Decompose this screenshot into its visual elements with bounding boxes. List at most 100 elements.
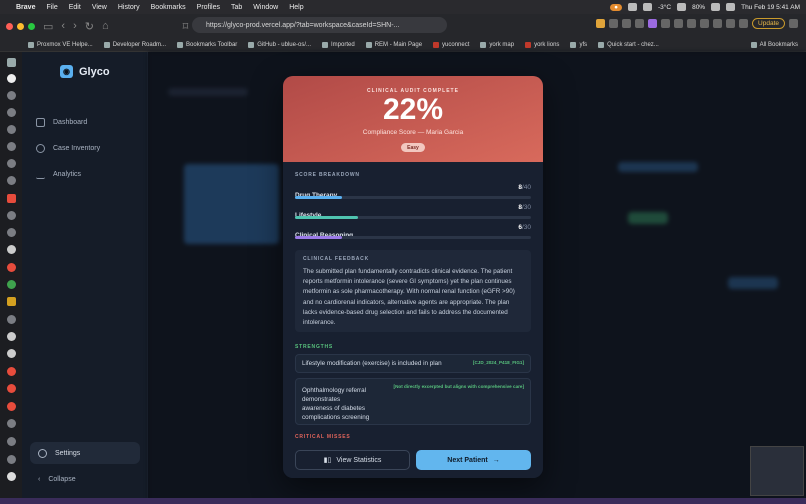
tab-favicon-icon[interactable] <box>7 419 16 428</box>
bookmark-item[interactable]: yuconnect <box>433 41 469 48</box>
wifi-icon[interactable] <box>677 3 687 11</box>
home-icon[interactable]: ⌂ <box>102 20 109 32</box>
weather-text[interactable]: -3°C <box>658 4 671 11</box>
bookmark-item[interactable]: Quick start - chez... <box>598 41 659 48</box>
favicon-icon <box>103 41 110 48</box>
nav-analytics[interactable]: Analytics <box>36 170 81 179</box>
tab-favicon-icon[interactable] <box>7 455 16 464</box>
modal-footer: ▮▯ View Statistics Next Patient → <box>283 442 543 478</box>
menu-window[interactable]: Window <box>253 4 278 11</box>
control-center-icon[interactable] <box>726 3 736 11</box>
sidebar-toggle-icon[interactable]: ▭ <box>43 20 53 33</box>
menu-profiles[interactable]: Profiles <box>197 4 220 11</box>
tab-favicon-icon[interactable] <box>7 472 16 481</box>
tab-favicon-icon[interactable] <box>7 91 16 100</box>
extension-icon[interactable] <box>713 19 723 28</box>
menu-icon[interactable] <box>789 19 798 28</box>
extension-icon[interactable] <box>726 19 736 28</box>
bookmark-item[interactable]: york lions <box>525 41 559 48</box>
extension-icon[interactable] <box>635 19 645 28</box>
status-icon[interactable] <box>628 3 637 11</box>
menu-bookmarks[interactable]: Bookmarks <box>151 4 186 11</box>
all-bookmarks[interactable]: All Bookmarks <box>750 41 798 48</box>
back-icon[interactable]: ‹ <box>61 20 65 32</box>
tab-favicon-icon[interactable] <box>7 74 16 83</box>
tab-favicon-icon[interactable] <box>7 159 16 168</box>
tab-favicon-icon[interactable] <box>7 367 16 376</box>
view-statistics-button[interactable]: ▮▯ View Statistics <box>295 450 410 470</box>
window-minimize-icon[interactable] <box>17 22 24 30</box>
tab-favicon-icon[interactable] <box>7 228 16 237</box>
breakdown-max: 30 <box>523 204 531 211</box>
tab-favicon-icon[interactable] <box>7 315 16 324</box>
extension-icon[interactable] <box>648 19 658 28</box>
clock-text[interactable]: Thu Feb 19 5:41 AM <box>741 4 800 11</box>
tab-favicon-icon[interactable] <box>7 125 16 134</box>
extension-icon[interactable] <box>661 19 671 28</box>
tab-favicon-icon[interactable] <box>7 263 16 272</box>
bookmark-item[interactable]: yfs <box>570 41 587 48</box>
nav-case-inventory[interactable]: Case Inventory <box>36 144 100 153</box>
breakdown-max: 30 <box>523 224 531 231</box>
menu-help[interactable]: Help <box>289 4 303 11</box>
tab-favicon-icon[interactable] <box>7 211 16 220</box>
address-bar[interactable]: https://glyco-prod.vercel.app/?tab=works… <box>192 17 447 33</box>
bookmark-item[interactable]: Developer Roadm... <box>103 41 166 48</box>
collapse-button[interactable]: ‹ Collapse <box>38 476 76 483</box>
menu-tab[interactable]: Tab <box>231 4 242 11</box>
nav-settings[interactable]: Settings <box>30 442 140 464</box>
tab-favicon-icon[interactable] <box>7 437 16 446</box>
screenshot-thumbnail[interactable] <box>750 446 804 496</box>
menu-history[interactable]: History <box>118 4 140 11</box>
bookmark-item[interactable]: Proxmox VE Helpe... <box>28 41 93 48</box>
nav-dashboard[interactable]: Dashboard <box>36 118 87 127</box>
extension-icon[interactable] <box>609 19 619 28</box>
menu-edit[interactable]: Edit <box>69 4 81 11</box>
extension-icon[interactable] <box>674 19 684 28</box>
tab-favicon-icon[interactable] <box>7 332 16 341</box>
window-zoom-icon[interactable] <box>28 22 35 30</box>
update-button[interactable]: Update <box>752 18 785 29</box>
extension-icon[interactable] <box>687 19 697 28</box>
tab-favicon-icon[interactable] <box>7 349 16 358</box>
tab-favicon-icon[interactable] <box>7 58 16 67</box>
battery-text[interactable]: 80% <box>692 4 705 11</box>
tab-favicon-icon[interactable] <box>7 402 16 411</box>
brand-logo[interactable]: ◉ Glyco <box>60 65 110 78</box>
tab-favicon-icon[interactable] <box>7 297 16 306</box>
tab-favicon-icon[interactable] <box>7 384 16 393</box>
strength-item: Lifestyle modification (exercise) is inc… <box>295 354 531 373</box>
bookmark-icon[interactable]: ⌑ <box>183 20 189 33</box>
bookmark-label: Imported <box>331 41 355 48</box>
menu-app-name[interactable]: Brave <box>16 4 35 11</box>
extension-icon[interactable] <box>622 19 632 28</box>
forward-icon[interactable]: › <box>73 20 77 32</box>
tab-favicon-icon[interactable] <box>7 108 16 117</box>
bookmark-item[interactable]: york map <box>480 41 514 48</box>
bookmark-item[interactable]: REM - Main Page <box>365 41 422 48</box>
next-patient-button[interactable]: Next Patient → <box>416 450 531 470</box>
extension-icon[interactable] <box>739 19 749 28</box>
breakdown-value: 6/30 <box>518 224 531 231</box>
tab-favicon-icon[interactable] <box>7 142 16 151</box>
status-icon[interactable] <box>643 3 652 11</box>
blurred-panel <box>184 164 279 244</box>
bookmark-folder[interactable]: Bookmarks Toolbar <box>177 41 237 48</box>
extensions-area: Update <box>596 18 798 29</box>
bookmark-item[interactable]: GitHub - ublue-os/... <box>248 41 311 48</box>
modal-body[interactable]: SCORE BREAKDOWN Drug Therapy 8/40 Lifest… <box>283 162 543 442</box>
blurred-panel <box>728 277 778 289</box>
reload-icon[interactable]: ↻ <box>85 20 94 33</box>
strength-text: Ophthalmology referral demonstrates awar… <box>302 387 370 422</box>
tab-favicon-icon[interactable] <box>7 245 16 254</box>
tab-favicon-icon[interactable] <box>7 176 16 185</box>
tab-favicon-icon[interactable] <box>7 280 16 289</box>
window-close-icon[interactable] <box>6 22 13 30</box>
extension-icon[interactable] <box>700 19 710 28</box>
microphone-icon[interactable]: ● <box>610 3 622 11</box>
menu-view[interactable]: View <box>92 4 107 11</box>
bookmark-folder[interactable]: Imported <box>322 41 355 48</box>
tab-favicon-icon[interactable] <box>7 194 16 203</box>
menu-file[interactable]: File <box>46 4 57 11</box>
extension-icon[interactable] <box>596 19 606 28</box>
